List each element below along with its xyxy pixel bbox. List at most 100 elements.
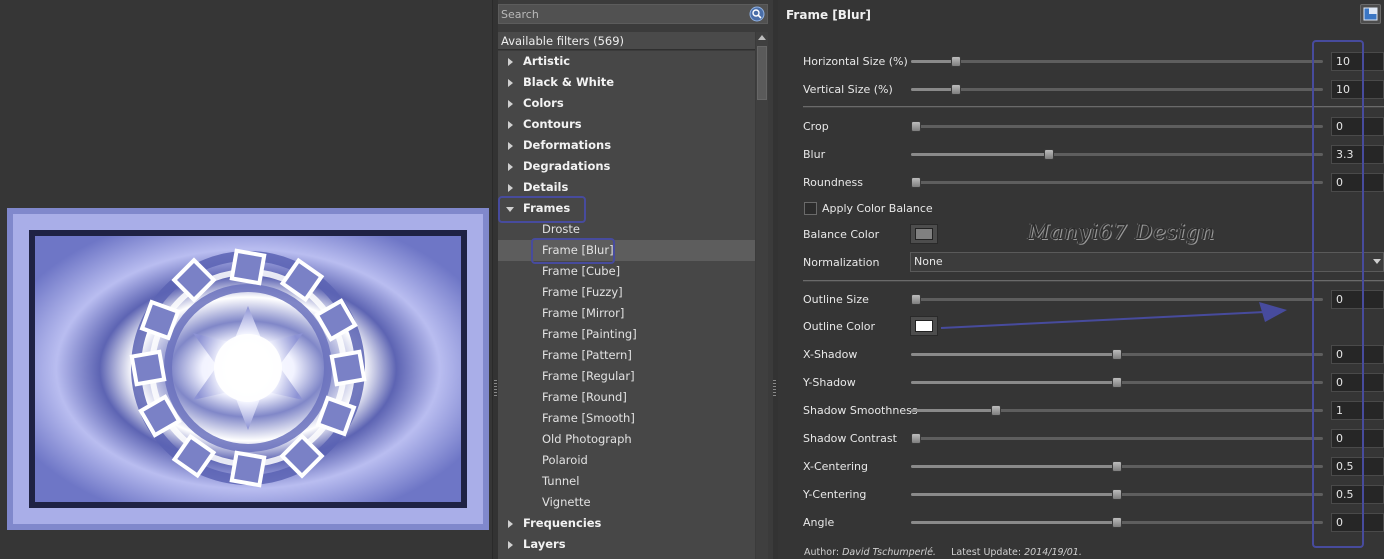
search-box [498,4,768,24]
filter-label: Old Photograph [542,432,632,446]
splitter-handle-right[interactable] [773,380,776,398]
shadow-contrast-input[interactable]: 0 [1331,429,1384,448]
search-icon[interactable] [749,6,765,22]
x-shadow-input[interactable]: 0 [1331,345,1384,364]
outline-size-slider[interactable] [911,294,1323,305]
horizontal-size-slider[interactable] [911,56,1323,67]
scroll-up-arrow-icon[interactable] [758,35,766,40]
blur-label: Blur [803,148,826,161]
filter-label: Polaroid [542,453,588,467]
slider-handle[interactable] [951,56,961,67]
slider-handle[interactable] [911,433,921,444]
vertical-size-slider[interactable] [911,84,1323,95]
slider-handle[interactable] [1112,377,1122,388]
crop-input[interactable]: 0 [1331,117,1384,136]
outline-size-input[interactable]: 0 [1331,290,1384,309]
window-mode-button[interactable] [1360,4,1381,24]
balance-color-button[interactable] [910,224,938,244]
expand-right-arrow-icon[interactable] [508,100,513,108]
y-shadow-input[interactable]: 0 [1331,373,1384,392]
filter-category[interactable]: Deformations [498,135,755,156]
shadow-smoothness-input[interactable]: 1 [1331,401,1384,420]
filter-label: Frame [Blur] [542,243,614,257]
blur-input[interactable]: 3.3 [1331,145,1384,164]
filter-category[interactable]: Colors [498,93,755,114]
filter-tree-scrollbar[interactable] [756,32,768,559]
slider-handle[interactable] [951,84,961,95]
filter-item[interactable]: Old Photograph [498,429,755,450]
vertical-size-label: Vertical Size (%) [803,83,893,96]
filter-item[interactable]: Frame [Fuzzy] [498,282,755,303]
apply-color-balance-label[interactable]: Apply Color Balance [822,202,933,215]
filter-category[interactable]: Frames [498,198,755,219]
expand-right-arrow-icon[interactable] [508,142,513,150]
y-centering-slider[interactable] [911,489,1323,500]
shadow-smoothness-slider[interactable] [911,405,1323,416]
slider-handle[interactable] [991,405,1001,416]
filter-item[interactable]: Polaroid [498,450,755,471]
filter-category[interactable]: Details [498,177,755,198]
expand-right-arrow-icon[interactable] [508,58,513,66]
filter-category[interactable]: Black & White [498,72,755,93]
filter-category[interactable]: Degradations [498,156,755,177]
balance-color-label: Balance Color [803,228,880,241]
outline-color-button[interactable] [910,316,938,336]
filter-item[interactable]: Vignette [498,492,755,513]
expand-right-arrow-icon[interactable] [508,184,513,192]
x-centering-input[interactable]: 0.5 [1331,457,1384,476]
blur-slider[interactable] [911,149,1323,160]
crop-slider[interactable] [911,121,1323,132]
slider-handle[interactable] [1112,517,1122,528]
filter-item[interactable]: Frame [Mirror] [498,303,755,324]
filter-item[interactable]: Droste [498,219,755,240]
expand-right-arrow-icon[interactable] [508,79,513,87]
expand-right-arrow-icon[interactable] [508,520,513,528]
roundness-slider[interactable] [911,177,1323,188]
normalization-select[interactable]: None [910,252,1384,272]
expand-right-arrow-icon[interactable] [508,121,513,129]
shadow-contrast-slider[interactable] [911,433,1323,444]
y-centering-input[interactable]: 0.5 [1331,485,1384,504]
filter-item[interactable]: Frame [Painting] [498,324,755,345]
x-centering-label: X-Centering [803,460,868,473]
filter-category[interactable]: Artistic [498,51,755,72]
slider-handle[interactable] [911,177,921,188]
apply-color-balance-checkbox[interactable] [804,202,817,215]
slider-handle[interactable] [1044,149,1054,160]
roundness-input[interactable]: 0 [1331,173,1384,192]
filter-title: Frame [Blur] [786,8,871,22]
angle-slider[interactable] [911,517,1323,528]
angle-input[interactable]: 0 [1331,513,1384,532]
slider-handle[interactable] [1112,349,1122,360]
filter-category[interactable]: Contours [498,114,755,135]
x-centering-slider[interactable] [911,461,1323,472]
x-shadow-slider[interactable] [911,349,1323,360]
filter-item[interactable]: Frame [Round] [498,387,755,408]
filter-label: Layers [523,537,566,551]
search-input[interactable] [499,5,745,23]
filter-label: Frequencies [523,516,602,530]
y-shadow-slider[interactable] [911,377,1323,388]
slider-handle[interactable] [1112,489,1122,500]
filter-item[interactable]: Frame [Smooth] [498,408,755,429]
expand-right-arrow-icon[interactable] [508,163,513,171]
vertical-size-input[interactable]: 10 [1331,80,1384,99]
expand-right-arrow-icon[interactable] [508,541,513,549]
horizontal-size-input[interactable]: 10 [1331,52,1384,71]
splitter-handle-left[interactable] [494,380,497,398]
filter-category[interactable]: Layers [498,534,755,555]
filter-item[interactable]: Frame [Cube] [498,261,755,282]
expand-down-arrow-icon[interactable] [506,207,514,212]
normalization-value: None [914,255,943,268]
filter-label: Colors [523,96,564,110]
preview-image [7,208,489,530]
slider-handle[interactable] [1112,461,1122,472]
filter-item[interactable]: Tunnel [498,471,755,492]
filter-category[interactable]: Frequencies [498,513,755,534]
filter-item[interactable]: Frame [Blur] [498,240,755,261]
filter-item[interactable]: Frame [Pattern] [498,345,755,366]
scroll-thumb[interactable] [757,46,767,100]
filter-item[interactable]: Frame [Regular] [498,366,755,387]
slider-handle[interactable] [911,294,921,305]
slider-handle[interactable] [911,121,921,132]
